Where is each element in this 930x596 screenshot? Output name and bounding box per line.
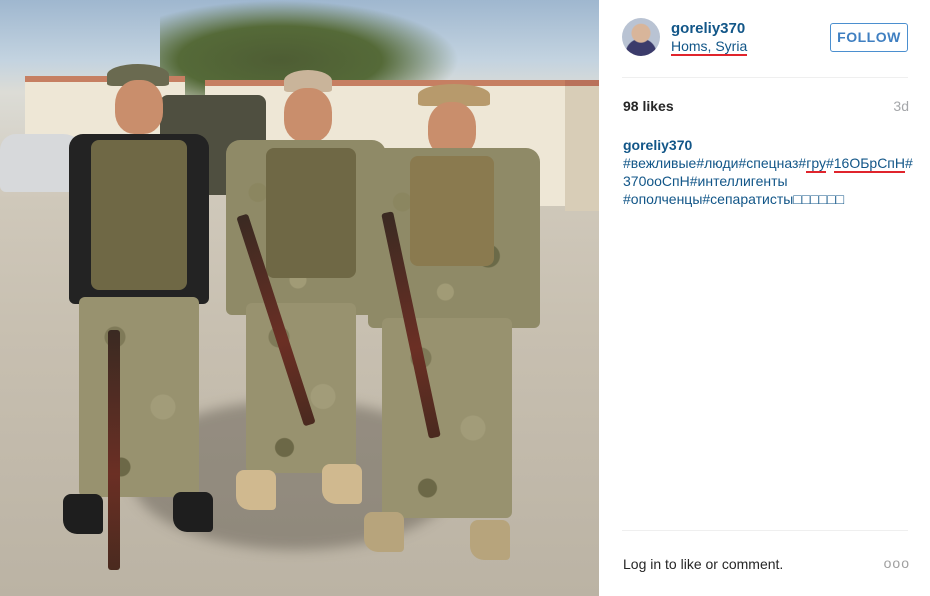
- caption-username-link[interactable]: goreliy370: [623, 137, 692, 153]
- login-prompt: Log in to like or comment.: [623, 556, 783, 572]
- footer-divider: [622, 530, 908, 531]
- likes-count[interactable]: 98 likes: [623, 98, 674, 114]
- caption-text-underlined: ру: [811, 155, 826, 173]
- post-age: 3d: [893, 98, 909, 114]
- header-divider: [622, 77, 908, 78]
- photo-soldier-right: [362, 82, 542, 582]
- caption-hashtags[interactable]: #вежливые#люди#спецназ#гру#16ОБрСпН#370o…: [623, 155, 913, 207]
- login-prompt-text: to like or comment.: [661, 556, 784, 572]
- login-link[interactable]: Log in: [623, 556, 661, 572]
- caption-text-underlined: 16ОБрСпН: [833, 155, 906, 173]
- post-location-link[interactable]: Homs, Syria: [671, 39, 748, 56]
- photo-rifle: [108, 330, 120, 570]
- caption-emoji: □□□□□□: [793, 191, 845, 207]
- post-sidebar: goreliy370 Homs, Syria FOLLOW 98 likes 3…: [599, 0, 930, 596]
- photo-building: [565, 80, 599, 211]
- post-username-link[interactable]: goreliy370: [671, 20, 745, 37]
- caption-text: #: [825, 155, 834, 171]
- follow-button[interactable]: FOLLOW: [830, 23, 908, 52]
- caption-text: #вежливые#люди#спецназ#: [623, 155, 807, 171]
- post-caption: goreliy370 #вежливые#люди#спецназ#гру#16…: [623, 136, 913, 208]
- user-avatar-icon[interactable]: [622, 18, 660, 56]
- post-photo[interactable]: [0, 0, 599, 596]
- more-options-icon[interactable]: ooo: [884, 555, 910, 571]
- photo-soldier-left: [55, 62, 225, 572]
